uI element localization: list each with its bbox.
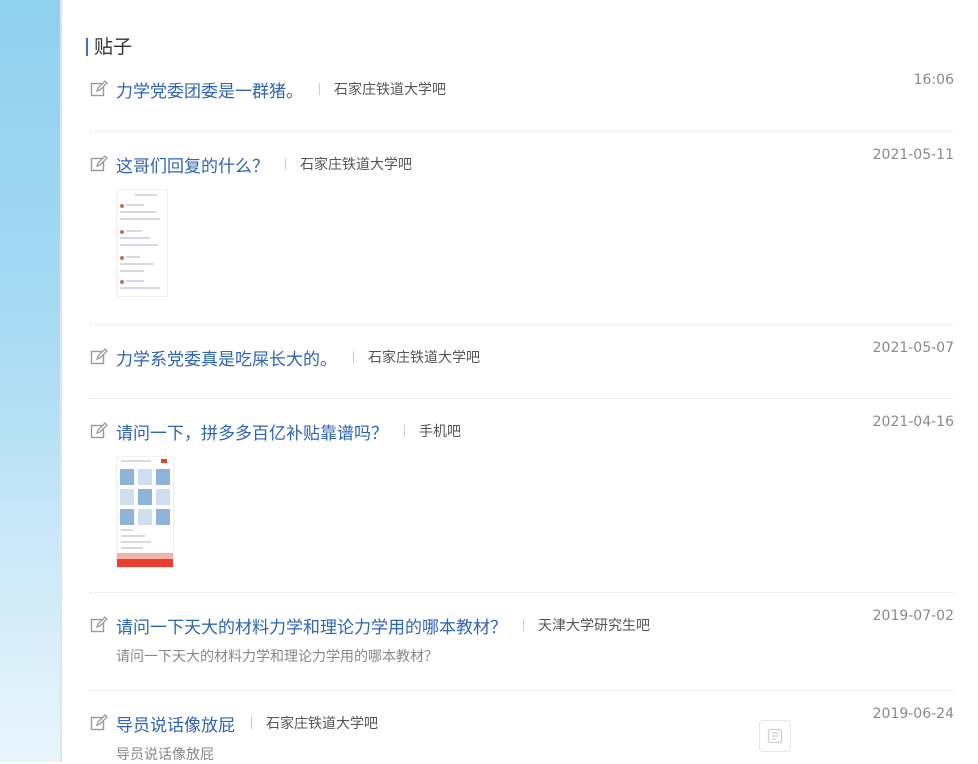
post-time: 2021-04-16 bbox=[872, 414, 954, 430]
post-image-thumbnail[interactable] bbox=[116, 189, 168, 297]
separator bbox=[404, 425, 405, 437]
post-header: 导员说话像放屁 石家庄铁道大学吧 2019-06-24 bbox=[90, 706, 954, 736]
post-divider bbox=[90, 690, 954, 691]
post-time: 2019-07-02 bbox=[872, 608, 954, 624]
edit-icon bbox=[90, 80, 108, 97]
post-time: 16:06 bbox=[913, 72, 954, 88]
separator bbox=[319, 83, 320, 95]
forum-link[interactable]: 石家庄铁道大学吧 bbox=[368, 347, 480, 367]
post-item: 导员说话像放屁 石家庄铁道大学吧 2019-06-24 导员说话像放屁 bbox=[90, 706, 954, 764]
separator bbox=[251, 717, 252, 729]
floating-widget-icon[interactable] bbox=[759, 720, 791, 752]
edit-icon bbox=[90, 422, 108, 439]
post-title-link[interactable]: 导员说话像放屁 bbox=[116, 711, 235, 736]
forum-link[interactable]: 石家庄铁道大学吧 bbox=[266, 713, 378, 733]
post-title-link[interactable]: 力学系党委真是吃屎长大的。 bbox=[116, 345, 337, 370]
separator bbox=[353, 351, 354, 363]
post-abstract: 导员说话像放屁 bbox=[116, 747, 214, 763]
post-header: 力学党委团委是一群猪。 石家庄铁道大学吧 16:06 bbox=[90, 72, 954, 102]
edit-icon bbox=[90, 348, 108, 365]
edit-icon bbox=[90, 155, 108, 172]
post-time: 2021-05-11 bbox=[872, 147, 954, 163]
post-title-link[interactable]: 力学党委团委是一群猪。 bbox=[116, 77, 303, 102]
post-header: 力学系党委真是吃屎长大的。 石家庄铁道大学吧 2021-05-07 bbox=[90, 340, 954, 370]
forum-link[interactable]: 天津大学研究生吧 bbox=[538, 615, 650, 635]
separator bbox=[285, 158, 286, 170]
section-accent-bar bbox=[86, 38, 88, 56]
section-title: 贴子 bbox=[94, 36, 133, 58]
post-title-link[interactable]: 这哥们回复的什么？ bbox=[116, 152, 269, 177]
post-divider bbox=[90, 131, 954, 132]
post-item: 这哥们回复的什么？ 石家庄铁道大学吧 2021-05-11 bbox=[90, 147, 954, 297]
post-item: 请问一下，拼多多百亿补贴靠谱吗？ 手机吧 2021-04-16 bbox=[90, 414, 954, 568]
post-time: 2021-05-07 bbox=[872, 340, 954, 356]
app-icon bbox=[767, 728, 783, 744]
edit-icon bbox=[90, 616, 108, 633]
edit-icon bbox=[90, 714, 108, 731]
post-abstract: 请问一下天大的材料力学和理论力学用的哪本教材？ bbox=[116, 649, 438, 665]
post-item: 请问一下天大的材料力学和理论力学用的哪本教材？ 天津大学研究生吧 2019-07… bbox=[90, 608, 954, 666]
separator bbox=[523, 619, 524, 631]
forum-link[interactable]: 石家庄铁道大学吧 bbox=[300, 154, 412, 174]
post-item: 力学党委团委是一群猪。 石家庄铁道大学吧 16:06 bbox=[90, 72, 954, 102]
post-divider bbox=[90, 324, 954, 325]
left-decorative-strip bbox=[0, 0, 60, 762]
post-header: 请问一下天大的材料力学和理论力学用的哪本教材？ 天津大学研究生吧 2019-07… bbox=[90, 608, 954, 638]
post-title-link[interactable]: 请问一下，拼多多百亿补贴靠谱吗？ bbox=[116, 419, 388, 444]
post-item: 力学系党委真是吃屎长大的。 石家庄铁道大学吧 2021-05-07 bbox=[90, 340, 954, 370]
post-header: 请问一下，拼多多百亿补贴靠谱吗？ 手机吧 2021-04-16 bbox=[90, 414, 954, 444]
post-header: 这哥们回复的什么？ 石家庄铁道大学吧 2021-05-11 bbox=[90, 147, 954, 177]
post-image-thumbnail[interactable] bbox=[116, 456, 174, 568]
section-header: 贴子 bbox=[86, 36, 132, 58]
post-divider bbox=[90, 398, 954, 399]
forum-link[interactable]: 石家庄铁道大学吧 bbox=[334, 79, 446, 99]
posts-panel: 贴子 力学党委团委是一群猪。 石家庄铁道大学吧 16:06 这哥们回复的什么？ … bbox=[62, 0, 978, 764]
post-time: 2019-06-24 bbox=[872, 706, 954, 722]
forum-link[interactable]: 手机吧 bbox=[419, 421, 461, 441]
post-title-link[interactable]: 请问一下天大的材料力学和理论力学用的哪本教材？ bbox=[116, 613, 507, 638]
post-divider bbox=[90, 592, 954, 593]
